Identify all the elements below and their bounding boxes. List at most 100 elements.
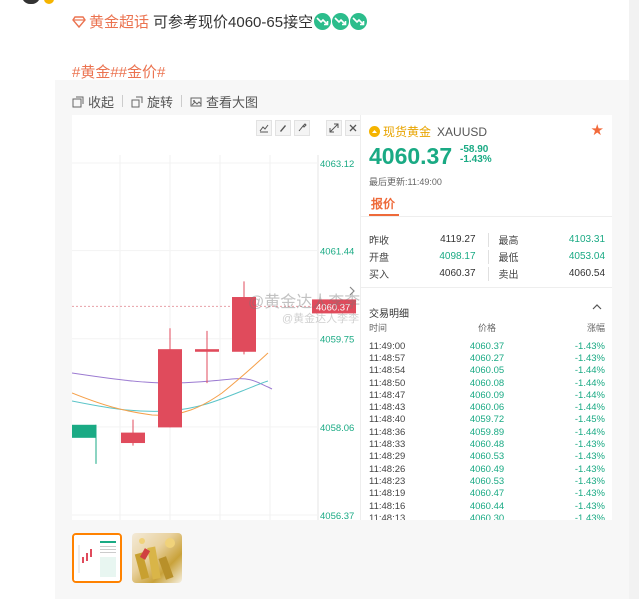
view-large-button[interactable]: 查看大图 (190, 92, 258, 111)
watermark: @黄金达人李李 (248, 294, 361, 311)
tick-price: 4060.44 (469, 500, 505, 512)
collapse-button[interactable]: 收起 (72, 92, 114, 111)
tick-change: -1.43% (574, 439, 605, 451)
weibo-post: 黄金超话 可参考现价4060-65接空 #黄金##金价# 收起 旋转 查看大图 … (0, 0, 639, 599)
tick-time: 11:48:47 (369, 389, 406, 401)
stat-divider (487, 266, 489, 281)
stat-value: 4060.37 (439, 268, 476, 279)
ticks-list: 11:49:00 4060.37 -1.43% 11:48:57 4060.27 -1.4… (369, 340, 605, 520)
tick-row: 11:48:13 4060.30 -1.43% (369, 512, 605, 520)
stat-label: 开盘 (369, 253, 389, 264)
candle-body (195, 349, 219, 352)
pen-button[interactable] (294, 120, 310, 136)
stat-label: 卖出 (498, 270, 519, 281)
tick-time: 11:48:19 (369, 488, 406, 500)
price-change: -58.90 -1.43% (460, 145, 492, 165)
tick-row: 11:48:50 4060.08 -1.44% (369, 377, 605, 389)
rotate-label: 旋转 (147, 95, 174, 110)
tick-price: 4060.30 (469, 512, 505, 520)
tick-change: -1.43% (574, 451, 605, 463)
last-updated: 最后更新:11:49:00 (369, 177, 442, 187)
pen-icon (298, 123, 307, 132)
tick-row: 11:48:47 4060.09 -1.44% (369, 389, 605, 401)
stat-value: 4053.04 (568, 251, 606, 262)
rotate-icon (131, 96, 143, 107)
hashtags[interactable]: #黄金##金价# (72, 61, 165, 82)
tick-change: -1.43% (574, 512, 605, 520)
tick-change: -1.43% (574, 488, 605, 500)
ticks-header: 时间 价格 涨幅 (369, 321, 605, 334)
rotate-button[interactable]: 旋转 (131, 92, 173, 111)
tick-time: 11:48:40 (369, 414, 406, 426)
tick-change: -1.44% (574, 377, 605, 389)
tick-time: 11:48:26 (369, 463, 406, 475)
gold-bars-image (134, 538, 175, 580)
quote-stats: 昨收 4119.27 最高 4103.31 开盘 4098.17 最低 4053.04 买入 40… (369, 231, 605, 282)
stat-label: 昨收 (369, 236, 389, 247)
tick-price: 4059.72 (469, 414, 505, 426)
thumbnail-1[interactable] (72, 533, 122, 583)
y-tick-label: 4059.75 (320, 335, 354, 346)
close-button[interactable] (345, 120, 361, 136)
page-scrollbar[interactable] (629, 0, 639, 599)
tick-change: -1.44% (574, 402, 605, 414)
stat-label: 最低 (498, 253, 519, 264)
col-time: 时间 (369, 323, 388, 333)
close-icon (349, 124, 357, 132)
indicator-icon (259, 124, 269, 133)
tick-price: 4060.49 (469, 463, 505, 475)
tick-change: -1.43% (574, 463, 605, 475)
tick-time: 11:48:43 (369, 402, 406, 414)
tick-time: 11:48:29 (369, 451, 406, 463)
stat-divider (487, 232, 489, 247)
tick-price: 4060.09 (469, 389, 505, 401)
stat-row: 昨收 4119.27 最高 4103.31 (369, 231, 605, 248)
verified-badge-icon (44, 0, 54, 4)
diamond-icon (72, 15, 86, 28)
image-toolbar: 收起 旋转 查看大图 (72, 92, 266, 111)
topic-link[interactable]: 黄金超话 (72, 11, 149, 32)
stat-label: 最高 (498, 236, 519, 247)
tick-row: 11:48:19 4060.47 -1.43% (369, 488, 605, 500)
tick-price: 4060.53 (469, 475, 505, 487)
avatar[interactable] (22, 0, 40, 4)
tab-quote[interactable]: 报价 (371, 195, 395, 212)
chart-button-group (256, 120, 361, 136)
tick-row: 11:48:16 4060.44 -1.43% (369, 500, 605, 512)
y-tick-label: 4063.12 (320, 159, 354, 170)
thumbnail-2[interactable] (132, 533, 182, 583)
tick-time: 11:49:00 (369, 340, 406, 352)
image-icon (190, 97, 202, 106)
y-tick-label: 4056.37 (320, 511, 354, 520)
tick-time: 11:48:13 (369, 512, 406, 520)
stat-row: 买入 4060.37 卖出 4060.54 (369, 265, 605, 282)
tick-price: 4060.48 (469, 439, 505, 451)
tick-change: -1.43% (574, 475, 605, 487)
draw-button[interactable] (275, 120, 291, 136)
indicator-button[interactable] (256, 120, 272, 136)
candle-body (158, 349, 182, 428)
tick-price: 4060.08 (469, 377, 505, 389)
view-large-label: 查看大图 (206, 95, 259, 110)
tick-price: 4060.27 (469, 352, 505, 364)
expand-button[interactable] (326, 120, 342, 136)
tick-time: 11:48:16 (369, 500, 406, 512)
ticks-title: 交易明细 (369, 309, 409, 320)
trend-down-icon (350, 13, 368, 30)
divider (361, 287, 612, 288)
tick-change: -1.44% (574, 426, 605, 438)
candle-body (72, 424, 96, 438)
post-image[interactable]: 4063.12 4061.44 4059.75 4058.06 4056.37 4060.… (72, 115, 612, 520)
tick-price: 4060.05 (469, 365, 505, 377)
tick-time: 11:48:54 (369, 365, 406, 377)
tick-change: -1.43% (574, 500, 605, 512)
tick-change: -1.43% (574, 340, 605, 352)
chevron-up-icon[interactable] (592, 303, 602, 311)
post-text-line: 黄金超话 可参考现价4060-65接空 (72, 11, 368, 32)
current-price: 4060.37 (369, 143, 453, 169)
stat-value: 4098.17 (439, 251, 476, 262)
expand-icon (329, 123, 339, 133)
tick-price: 4060.37 (469, 340, 505, 352)
instrument-code: XAUUSD (437, 124, 488, 139)
star-icon[interactable]: ★ (591, 121, 604, 139)
